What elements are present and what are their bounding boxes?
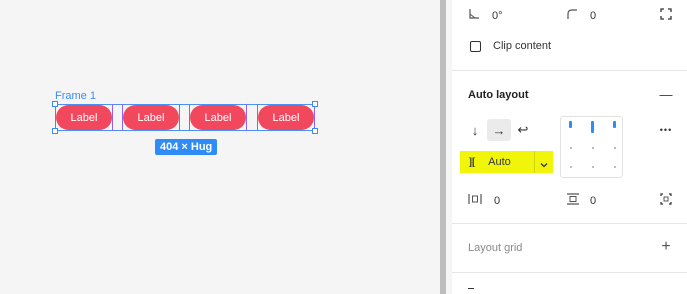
alignment-dot[interactable]: [614, 147, 616, 149]
clip-content-row[interactable]: Clip content: [470, 40, 551, 52]
auto-layout-item[interactable]: Label: [257, 104, 315, 131]
layout-grid-title: Layout grid: [468, 242, 523, 254]
label-pill[interactable]: Label: [258, 105, 314, 130]
corner-radius-field[interactable]: 0: [566, 8, 596, 23]
design-canvas[interactable]: Frame 1 Label Label Label Label 404 × Hu…: [0, 0, 440, 294]
alignment-dot[interactable]: [570, 166, 572, 168]
auto-layout-item[interactable]: Label: [55, 104, 113, 131]
label-pill[interactable]: Label: [56, 105, 112, 130]
rotation-value[interactable]: 0°: [492, 10, 503, 22]
resize-handle-bottom-right[interactable]: [312, 128, 318, 134]
add-layout-grid-button[interactable]: +: [658, 238, 674, 255]
arrow-right-icon: →: [492, 122, 506, 138]
spacing-value[interactable]: Auto: [488, 156, 511, 168]
label-pill[interactable]: Label: [123, 105, 179, 130]
alignment-indicator: [569, 121, 572, 128]
divider: [452, 223, 687, 224]
vertical-padding-value[interactable]: 0: [590, 195, 596, 207]
auto-layout-item[interactable]: Label: [122, 104, 180, 131]
rotation-icon: [468, 8, 480, 23]
direction-horizontal-button[interactable]: →: [487, 119, 511, 141]
direction-wrap-button[interactable]: ↩: [514, 121, 532, 139]
alignment-dot[interactable]: [614, 166, 616, 168]
label-pill[interactable]: Label: [190, 105, 246, 130]
alignment-indicator: [591, 121, 594, 133]
remove-auto-layout-button[interactable]: —: [658, 86, 674, 102]
minus-icon: —: [659, 86, 673, 102]
individual-padding-icon[interactable]: [658, 191, 674, 207]
canvas-scrollbar[interactable]: [440, 0, 446, 294]
alignment-dot[interactable]: [570, 147, 572, 149]
direction-vertical-button[interactable]: ↓: [466, 121, 484, 139]
next-section-mark: [468, 288, 474, 289]
resize-handle-top-left[interactable]: [52, 101, 58, 107]
arrow-down-icon: ↓: [471, 122, 479, 138]
independent-corners-icon[interactable]: [658, 6, 674, 22]
clip-content-label: Clip content: [493, 40, 552, 52]
corner-radius-value[interactable]: 0: [590, 10, 596, 22]
resize-handle-top-right[interactable]: [312, 101, 318, 107]
auto-layout-item[interactable]: Label: [189, 104, 247, 131]
more-options-icon[interactable]: •••: [656, 122, 676, 138]
horizontal-padding-icon: [468, 193, 482, 208]
properties-panel: 0° 0 Clip content Auto layout — ↓ → ↩ ]|…: [452, 0, 687, 294]
horizontal-padding-value[interactable]: 0: [494, 195, 500, 207]
wrap-icon: ↩: [517, 122, 529, 137]
vertical-padding-icon: [566, 193, 580, 208]
size-badge: 404 × Hug: [155, 139, 218, 155]
spacing-icon: ]|[: [469, 156, 475, 168]
alignment-dot[interactable]: [592, 147, 594, 149]
alignment-indicator: [613, 121, 616, 128]
frame-name-label[interactable]: Frame 1: [55, 90, 96, 102]
divider: [452, 70, 687, 71]
auto-layout-title: Auto layout: [468, 89, 529, 101]
alignment-grid[interactable]: [560, 116, 623, 178]
chevron-down-icon[interactable]: [539, 157, 549, 175]
vertical-padding-field[interactable]: 0: [566, 193, 596, 208]
divider: [452, 272, 687, 273]
corner-radius-icon: [566, 8, 578, 23]
spacing-between-dropdown[interactable]: ]|[ Auto: [460, 151, 553, 173]
resize-handle-bottom-left[interactable]: [52, 128, 58, 134]
clip-content-checkbox[interactable]: [470, 40, 481, 52]
alignment-dot[interactable]: [592, 166, 594, 168]
rotation-field[interactable]: 0°: [468, 8, 503, 23]
plus-icon: +: [661, 238, 671, 255]
horizontal-padding-field[interactable]: 0: [468, 193, 500, 208]
